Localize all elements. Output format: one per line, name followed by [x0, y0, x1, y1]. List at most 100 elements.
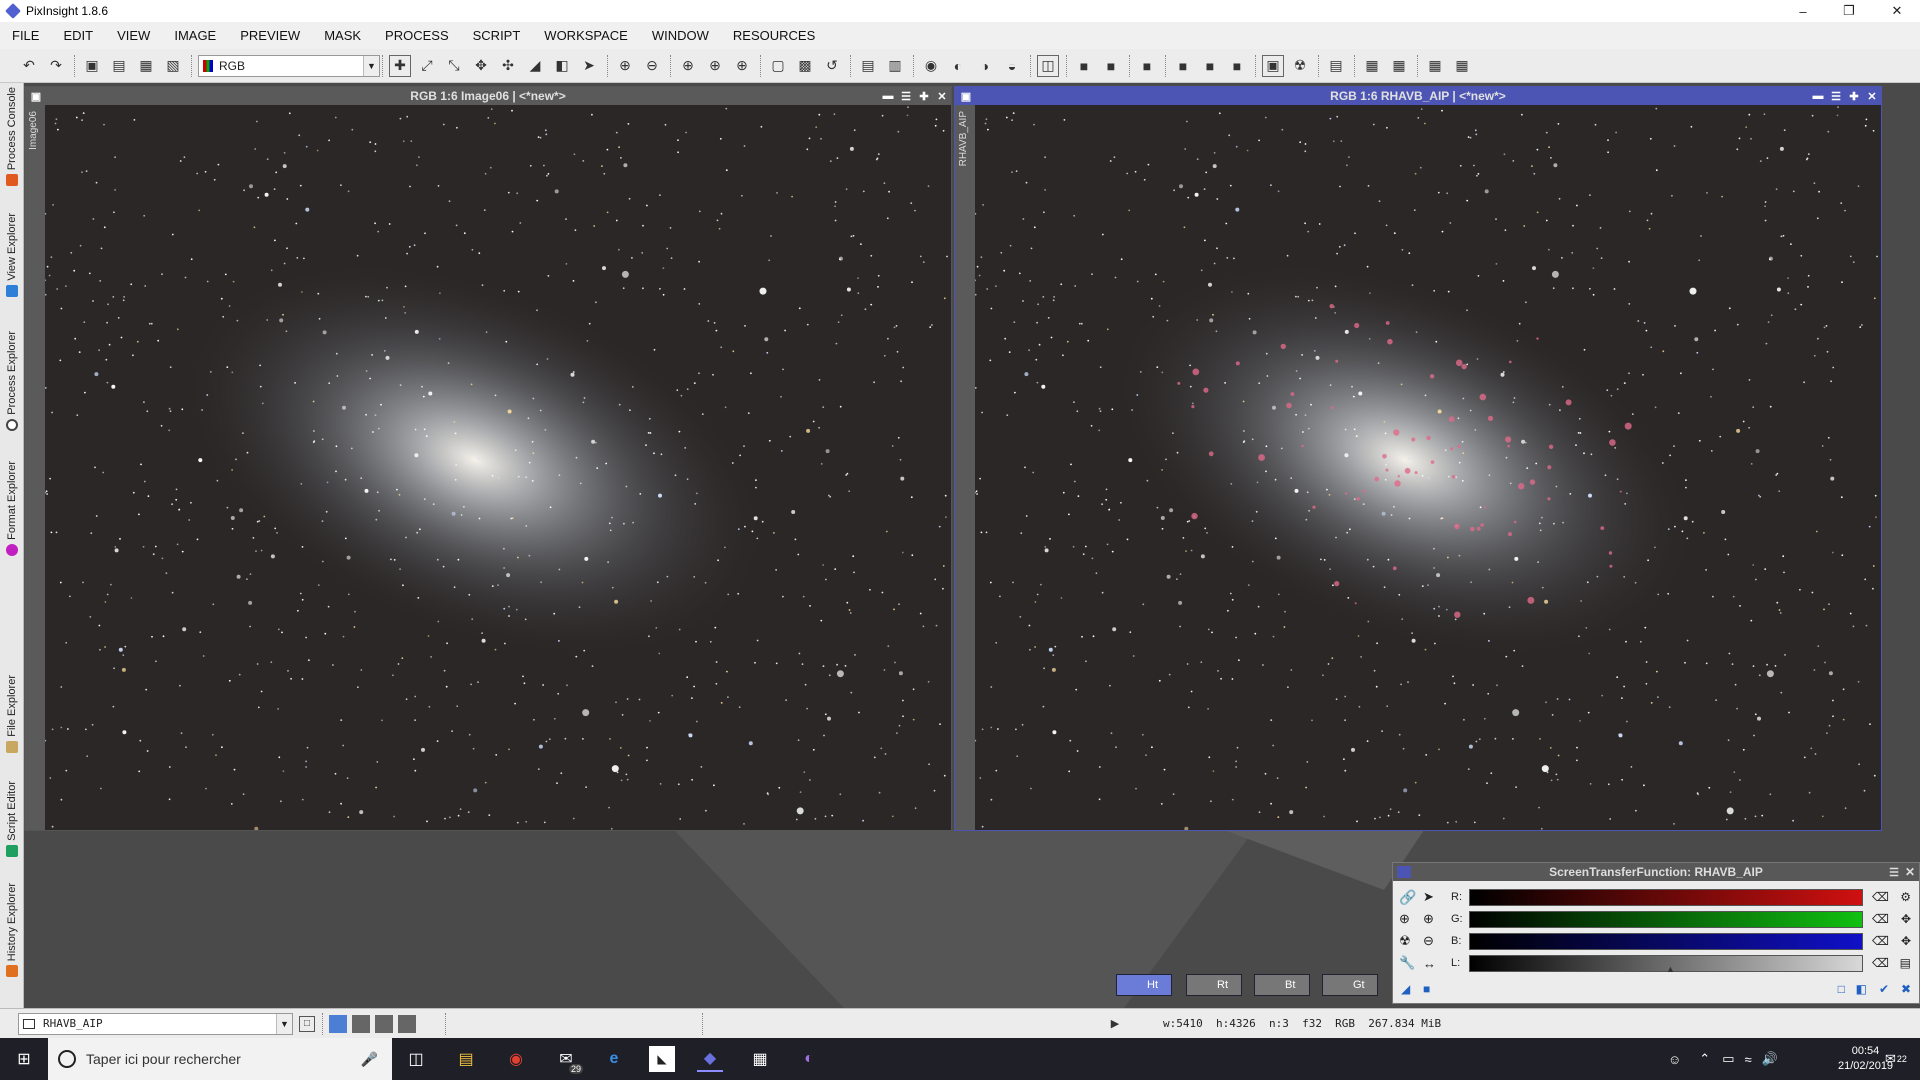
- pixinsight-taskbar-icon[interactable]: ◆: [697, 1046, 723, 1072]
- new-instance-icon[interactable]: ◢: [1401, 982, 1410, 996]
- battery-icon[interactable]: ▭: [1722, 1051, 1734, 1067]
- menu-image[interactable]: IMAGE: [174, 28, 216, 43]
- display-channel-rgb-icon[interactable]: [329, 1014, 347, 1033]
- image-window-image06[interactable]: ▣ RGB 1:6 Image06 | <*new*> ▬ ☰ ✚ ✕ Imag…: [24, 86, 952, 831]
- channel-blue-icon[interactable]: ■: [1136, 55, 1158, 77]
- file-explorer-taskbar-icon[interactable]: ▤: [453, 1046, 479, 1072]
- link-channels-icon[interactable]: 🔗: [1399, 889, 1416, 906]
- stf-enable-icon[interactable]: ▣: [1262, 54, 1284, 77]
- zoom-in-icon[interactable]: ⊕: [1399, 911, 1410, 927]
- view-id-tab[interactable]: RHAVB_AIP: [958, 111, 969, 166]
- preview-icon[interactable]: □: [1838, 982, 1845, 996]
- close-window-icon[interactable]: ✕: [933, 87, 951, 105]
- move-alt-icon[interactable]: ✥: [1901, 934, 1911, 948]
- blue-channel-slider[interactable]: [1469, 932, 1863, 950]
- pan-icon[interactable]: ✥: [470, 55, 492, 77]
- zoom-out-icon[interactable]: ⊖: [641, 55, 663, 77]
- zoom-fit-icon[interactable]: ⤢: [416, 55, 438, 77]
- display-channel-g-icon[interactable]: [375, 1014, 393, 1033]
- fit-view-icon[interactable]: ▢: [767, 55, 789, 77]
- zoom-1-2-icon[interactable]: ⊕: [704, 55, 726, 77]
- menu-preview[interactable]: PREVIEW: [240, 28, 300, 43]
- menu-resources[interactable]: RESOURCES: [733, 28, 815, 43]
- image-canvas[interactable]: [45, 105, 951, 830]
- taskbar-search[interactable]: Taper ici pour rechercher 🎤: [48, 1038, 392, 1080]
- wifi-icon[interactable]: ≈: [1744, 1052, 1751, 1067]
- save-image-icon[interactable]: ▦: [135, 55, 157, 77]
- window-menu-icon[interactable]: ▣: [27, 87, 45, 105]
- menu-mask[interactable]: MASK: [324, 28, 361, 43]
- shade-panel-icon[interactable]: ☰: [1889, 866, 1899, 879]
- zoom-in-alt-icon[interactable]: ⊕: [1423, 911, 1434, 927]
- redo-icon[interactable]: ↷: [45, 55, 67, 77]
- reset-red-icon[interactable]: ⌫: [1872, 890, 1889, 904]
- channel-green-icon[interactable]: ■: [1100, 55, 1122, 77]
- refresh-view-icon[interactable]: ↺: [821, 55, 843, 77]
- microphone-icon[interactable]: 🎤: [361, 1051, 378, 1068]
- luminance-channel-slider[interactable]: ▲: [1469, 954, 1863, 974]
- maximize-window-icon[interactable]: ✚: [915, 87, 933, 105]
- gamut-check-icon[interactable]: ▦: [1424, 55, 1446, 77]
- red-channel-slider[interactable]: [1469, 888, 1863, 906]
- zoom-out-icon[interactable]: ⊖: [1423, 933, 1434, 949]
- fit-window-icon[interactable]: ▩: [794, 55, 816, 77]
- image-window-rhavb-aip[interactable]: ▣ RGB 1:6 RHAVB_AIP | <*new*> ▬ ☰ ✚ ✕ RH…: [954, 86, 1882, 831]
- mail-icon[interactable]: ✉ 29: [553, 1046, 583, 1074]
- horizontal-arrows-icon[interactable]: ↔: [1423, 956, 1436, 971]
- display-channel-r-icon[interactable]: [352, 1014, 370, 1033]
- midtones-marker-icon[interactable]: ▲: [1666, 964, 1675, 974]
- channel-alpha-icon[interactable]: ■: [1199, 55, 1221, 77]
- people-icon[interactable]: ☺: [1668, 1052, 1681, 1067]
- color-mode-select[interactable]: RGB ▼: [198, 54, 380, 77]
- tab-process-explorer[interactable]: Process Explorer: [0, 331, 24, 431]
- reset-green-icon[interactable]: ⌫: [1872, 912, 1889, 926]
- edge-icon[interactable]: e: [601, 1046, 627, 1072]
- monitor-icon[interactable]: ▦: [1361, 55, 1383, 77]
- process-icon-gt[interactable]: Gt: [1322, 972, 1382, 998]
- tab-format-explorer[interactable]: Format Explorer: [0, 461, 24, 556]
- apply-icon[interactable]: ✔: [1879, 982, 1889, 996]
- menu-process[interactable]: PROCESS: [385, 28, 449, 43]
- close-panel-icon[interactable]: ✕: [1905, 865, 1915, 879]
- pointer-icon[interactable]: ➤: [1423, 889, 1434, 905]
- chrome-icon[interactable]: ◉: [503, 1046, 529, 1072]
- close-app-button[interactable]: ✕: [1874, 0, 1920, 22]
- volume-icon[interactable]: 🔊: [1762, 1051, 1778, 1067]
- tab-file-explorer[interactable]: File Explorer: [0, 675, 24, 753]
- process-icon[interactable]: [1397, 866, 1411, 878]
- menu-file[interactable]: FILE: [12, 28, 39, 43]
- task-view-icon[interactable]: ◫: [403, 1046, 429, 1072]
- preview-mode-icon[interactable]: ◢: [524, 55, 546, 77]
- menu-window[interactable]: WINDOW: [652, 28, 709, 43]
- color-manage-icon[interactable]: ▦: [1451, 55, 1473, 77]
- tab-history-explorer[interactable]: History Explorer: [0, 883, 24, 978]
- stf-auto-icon[interactable]: ☢: [1289, 55, 1311, 77]
- stf-reset-icon[interactable]: ▤: [1325, 55, 1347, 77]
- app-icon[interactable]: ◣: [649, 1046, 675, 1072]
- window-titlebar[interactable]: ▣ RGB 1:6 Image06 | <*new*> ▬ ☰ ✚ ✕: [25, 87, 951, 105]
- view-options-icon[interactable]: □: [299, 1015, 315, 1032]
- play-icon[interactable]: ▶: [1104, 1013, 1126, 1035]
- reset-icon[interactable]: ◧: [1856, 982, 1867, 996]
- image-canvas[interactable]: [975, 105, 1881, 830]
- tab-view-explorer[interactable]: View Explorer: [0, 213, 24, 297]
- reset-blue-icon[interactable]: ⌫: [1872, 934, 1889, 948]
- new-image-icon[interactable]: ▣: [81, 55, 103, 77]
- cancel-icon[interactable]: ✖: [1901, 982, 1911, 996]
- menu-script[interactable]: SCRIPT: [473, 28, 521, 43]
- apply-global-icon[interactable]: ■: [1423, 982, 1430, 996]
- zoom-window-icon[interactable]: ⤡: [443, 55, 465, 77]
- tile-vertical-icon[interactable]: ▥: [884, 55, 906, 77]
- mask-show-icon[interactable]: ◑: [974, 55, 996, 77]
- mask-enable-icon[interactable]: ◉: [920, 55, 942, 77]
- display-channel-b-icon[interactable]: [398, 1014, 416, 1033]
- green-channel-slider[interactable]: [1469, 910, 1863, 928]
- zoom-1-4-icon[interactable]: ⊕: [731, 55, 753, 77]
- stellarium-icon[interactable]: ◐: [796, 1046, 822, 1072]
- close-image-icon[interactable]: ▧: [162, 55, 184, 77]
- process-icon-bt[interactable]: Bt: [1254, 972, 1314, 998]
- channel-lum-icon[interactable]: ■: [1172, 55, 1194, 77]
- readout-mode-icon[interactable]: ✚: [389, 54, 411, 77]
- wrench-icon[interactable]: 🔧: [1399, 955, 1415, 971]
- monitor-icon[interactable]: ▤: [1900, 956, 1911, 970]
